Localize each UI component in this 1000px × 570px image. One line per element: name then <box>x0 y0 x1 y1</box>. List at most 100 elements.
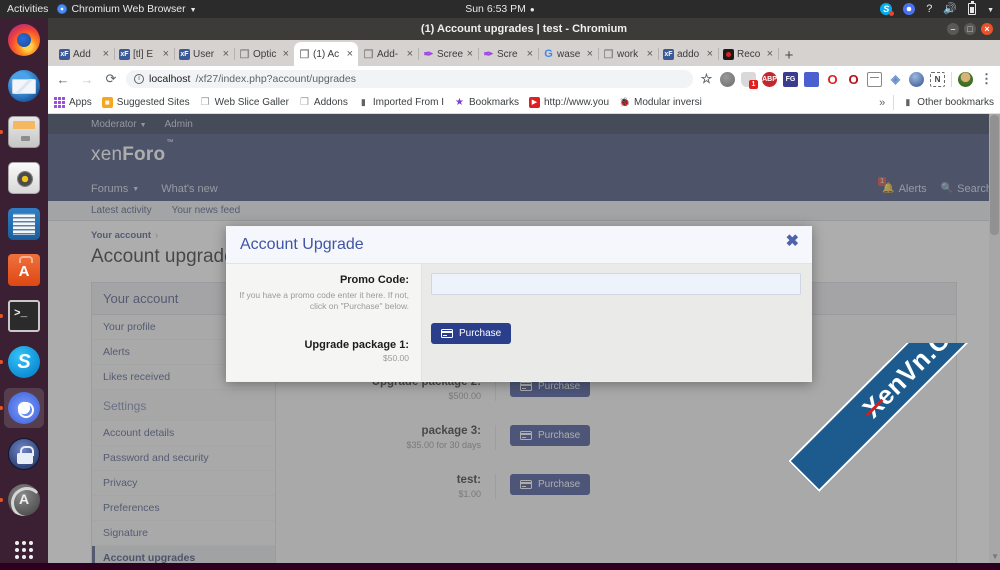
extension-box-icon[interactable] <box>867 72 882 87</box>
toolbar-divider <box>951 72 952 87</box>
site-info-icon[interactable]: i <box>134 74 144 84</box>
dock-item-terminal[interactable] <box>4 296 44 336</box>
bookmark-item[interactable]: ▮Imported From I <box>358 97 444 108</box>
chromium-tray-icon[interactable] <box>903 3 915 15</box>
tab-close-icon[interactable]: × <box>283 48 289 60</box>
close-icon[interactable]: ✖ <box>786 234 799 250</box>
extension-blue-icon[interactable] <box>804 72 819 87</box>
dialog-header: Account Upgrade ✖ <box>226 226 812 264</box>
tab-close-icon[interactable]: × <box>587 48 593 60</box>
tab-close-icon[interactable]: × <box>707 48 713 60</box>
dialog-purchase-button[interactable]: Purchase <box>431 323 511 344</box>
browser-tab[interactable]: ✒Scree× <box>418 42 478 66</box>
clock[interactable]: Sun 6:53 PM ● <box>465 3 535 15</box>
tab-close-icon[interactable]: × <box>347 48 353 60</box>
tab-close-icon[interactable]: × <box>647 48 653 60</box>
ubuntu-dock <box>0 18 48 563</box>
browser-tab[interactable]: xF[tl] E× <box>114 42 174 66</box>
rhythmbox-icon <box>8 162 40 194</box>
tab-close-icon[interactable]: × <box>527 48 533 60</box>
profile-avatar[interactable] <box>958 72 973 87</box>
notion-icon[interactable]: N <box>930 72 945 87</box>
ubuntu-software-icon <box>8 254 40 286</box>
browser-tab[interactable]: ❐Optic× <box>234 42 294 66</box>
browser-menu-icon[interactable]: ⋮ <box>979 72 994 87</box>
help-icon[interactable]: ? <box>926 4 932 15</box>
dock-item-chromium[interactable] <box>4 388 44 428</box>
dock-item-skype[interactable] <box>4 342 44 382</box>
bookmark-item[interactable]: 🐞Modular inversi <box>619 97 702 108</box>
dock-item-keepass[interactable] <box>4 434 44 474</box>
browser-tab[interactable]: xFAdd × <box>54 42 114 66</box>
bookmark-item[interactable]: Apps <box>54 97 92 108</box>
opera-dark-icon[interactable]: O <box>846 72 861 87</box>
folder-icon: ▮ <box>902 97 913 108</box>
tab-close-icon[interactable]: × <box>467 48 473 60</box>
show-applications-button[interactable] <box>4 530 44 570</box>
xenforo-icon: xF <box>59 49 70 60</box>
dock-item-files[interactable] <box>4 112 44 152</box>
extension-gray-icon[interactable] <box>720 72 735 87</box>
tab-close-icon[interactable]: × <box>407 48 413 60</box>
adblock-plus-icon[interactable]: ABP <box>762 72 777 87</box>
promo-code-input[interactable] <box>431 273 801 295</box>
bookmark-item[interactable]: ■Suggested Sites <box>102 97 190 108</box>
tab-title: Add- <box>377 49 404 60</box>
bookmark-star-icon[interactable]: ☆ <box>699 72 714 87</box>
tab-close-icon[interactable]: × <box>103 48 109 60</box>
flashgot-icon[interactable]: FG <box>783 72 798 87</box>
forward-button[interactable]: → <box>78 72 96 87</box>
dock-item-thunderbird[interactable] <box>4 66 44 106</box>
skype-tray-icon[interactable]: S <box>880 3 892 15</box>
files-icon <box>8 116 40 148</box>
window-title: (1) Account upgrades | test - Chromium <box>421 23 627 35</box>
document-icon: ❐ <box>299 97 310 108</box>
other-bookmarks-label: Other bookmarks <box>917 97 994 108</box>
minimize-button[interactable]: – <box>947 23 959 35</box>
tab-close-icon[interactable]: × <box>223 48 229 60</box>
browser-tab[interactable]: Reco× <box>718 42 778 66</box>
pen-icon: ✒ <box>483 49 494 60</box>
browser-tab[interactable]: ❐(1) Ac× <box>294 42 358 66</box>
reload-button[interactable]: ⟳ <box>102 71 120 87</box>
bookmark-label: Imported From I <box>373 97 444 108</box>
app-menu[interactable]: Chromium Web Browser ▼ <box>57 3 196 15</box>
dock-item-software-updater[interactable] <box>4 480 44 520</box>
back-button[interactable]: ← <box>54 72 72 87</box>
bookmark-item[interactable]: ❐Web Slice Galler <box>200 97 289 108</box>
extension-shield-icon[interactable] <box>741 72 756 87</box>
tab-title: Optic <box>253 49 280 60</box>
bookmarks-overflow-icon[interactable]: » <box>879 97 885 109</box>
bookmark-label: Suggested Sites <box>117 97 190 108</box>
address-bar[interactable]: i localhost/xf27/index.php?account/upgra… <box>126 70 693 88</box>
opera-red-icon[interactable]: O <box>825 72 840 87</box>
system-top-bar: Activities Chromium Web Browser ▼ Sun 6:… <box>0 0 1000 18</box>
bookmark-item[interactable]: ★Bookmarks <box>454 97 519 108</box>
maximize-button[interactable]: □ <box>964 23 976 35</box>
tab-close-icon[interactable]: × <box>767 48 773 60</box>
dock-item-ubuntu-software[interactable] <box>4 250 44 290</box>
activities-button[interactable]: Activities <box>7 3 48 15</box>
chromium-icon <box>8 392 40 424</box>
thunderbird-icon <box>8 70 40 102</box>
close-button[interactable]: × <box>981 23 993 35</box>
browser-tab[interactable]: Gwase× <box>538 42 598 66</box>
extension-globe-icon[interactable] <box>909 72 924 87</box>
bookmark-item[interactable]: ❐Addons <box>299 97 348 108</box>
browser-tab[interactable]: ✒Scre× <box>478 42 538 66</box>
browser-tab[interactable]: xFaddo× <box>658 42 718 66</box>
system-menu-chevron-icon[interactable]: ▼ <box>987 7 994 14</box>
new-tab-button[interactable]: + <box>778 44 800 66</box>
browser-tab[interactable]: xFUser × <box>174 42 234 66</box>
browser-tab[interactable]: ❐work× <box>598 42 658 66</box>
volume-icon[interactable]: 🔊 <box>943 4 957 15</box>
dock-item-firefox[interactable] <box>4 20 44 60</box>
other-bookmarks-folder[interactable]: ▮ Other bookmarks <box>902 97 994 108</box>
dock-item-rhythmbox[interactable] <box>4 158 44 198</box>
browser-tab[interactable]: ❐Add-× <box>358 42 418 66</box>
tab-close-icon[interactable]: × <box>163 48 169 60</box>
dock-item-libreoffice-writer[interactable] <box>4 204 44 244</box>
extension-diamond-icon[interactable]: ◈ <box>888 72 903 87</box>
bookmark-item[interactable]: ▶http://www.you <box>529 97 609 108</box>
battery-icon[interactable] <box>968 3 976 15</box>
